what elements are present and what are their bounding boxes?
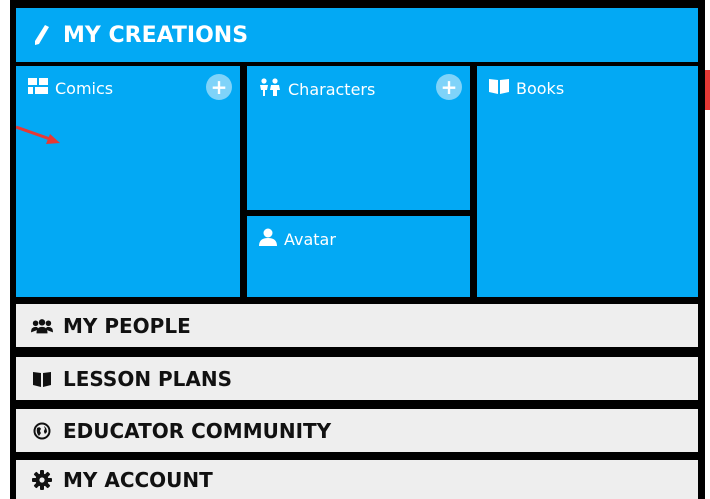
books-label: Books: [516, 78, 565, 98]
menu-item-label: MY PEOPLE: [63, 313, 191, 338]
menu-item-educator-community[interactable]: EDUCATOR COMMUNITY: [16, 409, 698, 452]
menu-item-my-account[interactable]: MY ACCOUNT: [16, 460, 698, 499]
menu-item-label: LESSON PLANS: [63, 366, 233, 391]
characters-panel[interactable]: Characters +: [247, 66, 470, 210]
books-panel[interactable]: Books: [477, 66, 698, 297]
gear-icon: [31, 469, 53, 491]
menu-item-label: EDUCATOR COMMUNITY: [63, 418, 332, 443]
pencil-icon: [31, 21, 53, 49]
user-icon: [259, 228, 277, 250]
comics-panel[interactable]: Comics +: [16, 66, 240, 297]
characters-label: Characters: [288, 79, 376, 99]
open-book-icon: [31, 368, 53, 390]
grid-icon: [28, 78, 48, 98]
comics-label: Comics: [55, 78, 114, 98]
book-icon: [489, 78, 509, 98]
people-icon: [31, 315, 53, 337]
characters-icon: [259, 78, 281, 100]
menu-item-my-people[interactable]: MY PEOPLE: [16, 304, 698, 347]
annotation-arrow: [16, 125, 60, 144]
menu-item-lesson-plans[interactable]: LESSON PLANS: [16, 357, 698, 400]
avatar-label: Avatar: [284, 229, 336, 249]
add-character-button[interactable]: +: [436, 74, 462, 100]
add-comic-button[interactable]: +: [206, 74, 232, 100]
my-creations-header[interactable]: MY CREATIONS: [16, 8, 698, 62]
red-edge-marker: [705, 70, 710, 110]
globe-icon: [31, 420, 53, 442]
menu-item-label: MY ACCOUNT: [63, 467, 213, 492]
avatar-panel[interactable]: Avatar: [247, 216, 470, 297]
header-title: MY CREATIONS: [63, 22, 249, 48]
